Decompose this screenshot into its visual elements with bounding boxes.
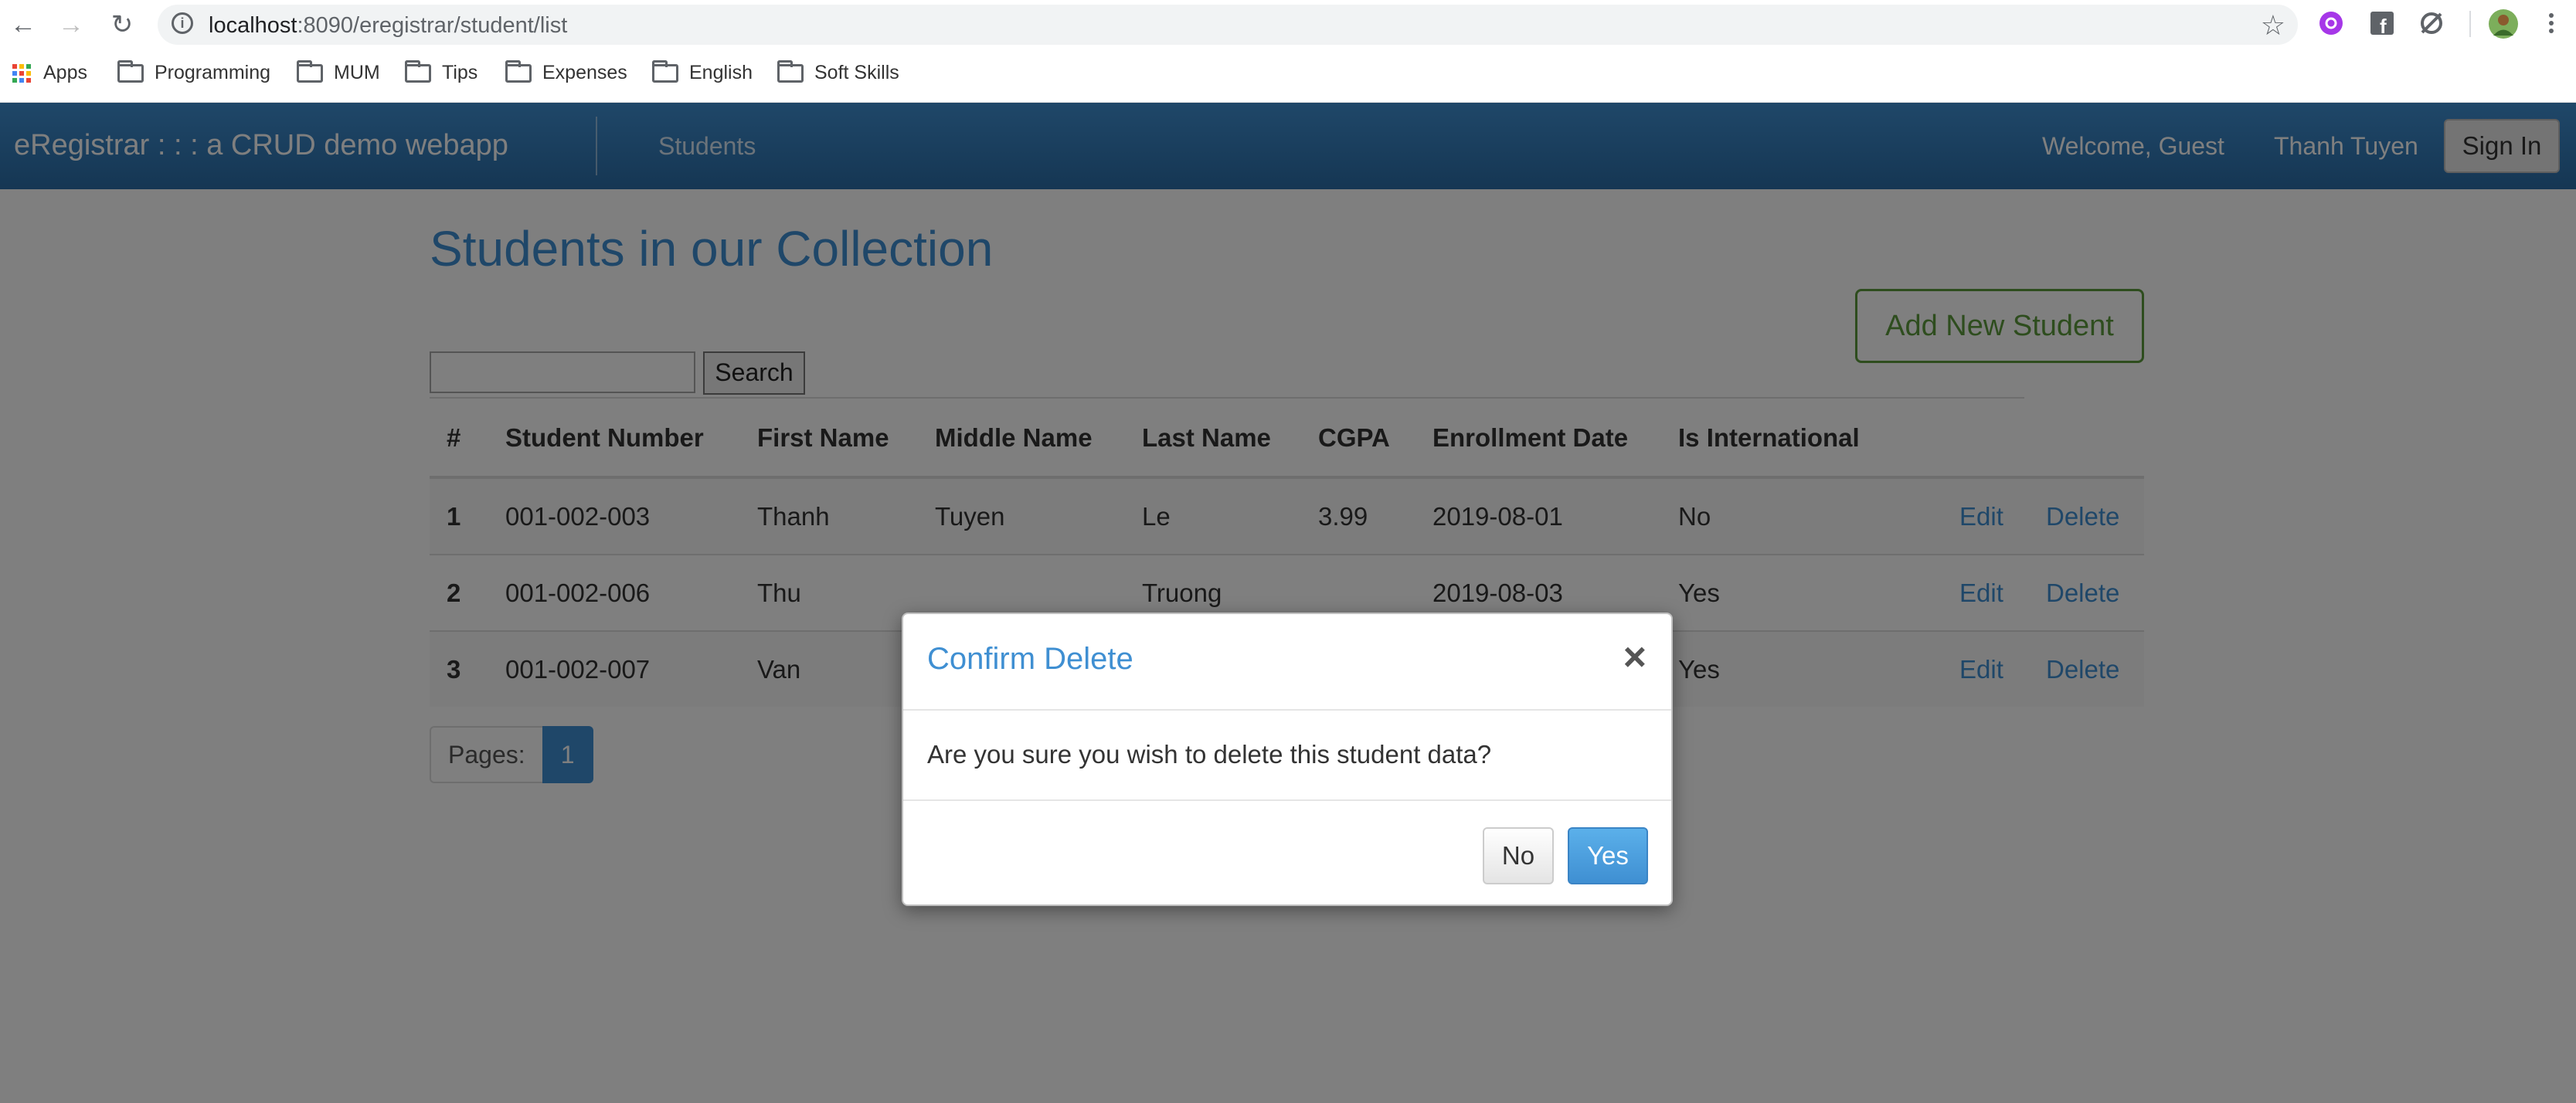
svg-text:f: f xyxy=(2380,15,2387,36)
folder-icon xyxy=(297,59,323,83)
modal-header: Confirm Delete × xyxy=(903,614,1671,711)
bookmark-label: MUM xyxy=(334,62,380,83)
folder-icon xyxy=(777,59,804,83)
modal-footer: No Yes xyxy=(903,799,1671,904)
address-bar[interactable]: i localhost:8090/eregistrar/student/list… xyxy=(158,5,2298,45)
bookmark-label: Soft Skills xyxy=(814,62,899,83)
reload-icon[interactable]: ↻ xyxy=(107,9,138,40)
extension-icon[interactable] xyxy=(2318,10,2344,36)
url-path: :8090/eregistrar/student/list xyxy=(297,13,568,38)
bookmark-expenses[interactable]: Expenses xyxy=(505,59,627,84)
bookmark-english[interactable]: English xyxy=(652,59,753,84)
apps-grid-icon xyxy=(12,63,31,83)
url-text[interactable]: localhost:8090/eregistrar/student/list xyxy=(209,13,567,39)
modal-backdrop[interactable] xyxy=(0,103,2576,1103)
url-host: localhost xyxy=(209,13,297,38)
profile-avatar[interactable] xyxy=(2488,8,2519,39)
toolbar-divider xyxy=(2469,11,2471,37)
close-icon[interactable]: × xyxy=(1623,636,1647,679)
bookmark-apps[interactable]: Apps xyxy=(12,62,87,84)
folder-icon xyxy=(505,59,532,83)
bookmarks-bar: Apps Programming MUM Tips Expenses Engli… xyxy=(0,48,2576,103)
bookmark-soft-skills[interactable]: Soft Skills xyxy=(777,59,899,84)
forward-icon[interactable]: → xyxy=(56,9,87,40)
bookmark-tips[interactable]: Tips xyxy=(405,59,478,84)
bookmark-label: Tips xyxy=(442,62,478,83)
folder-icon xyxy=(405,59,431,83)
confirm-delete-modal: Confirm Delete × Are you sure you wish t… xyxy=(902,613,1673,906)
yes-button[interactable]: Yes xyxy=(1568,827,1648,884)
modal-message: Are you sure you wish to delete this stu… xyxy=(927,740,1492,769)
back-icon[interactable]: ← xyxy=(8,9,39,40)
facebook-icon[interactable]: f xyxy=(2369,10,2395,38)
modal-title: Confirm Delete xyxy=(927,642,1133,676)
info-icon[interactable]: i xyxy=(172,12,193,34)
star-icon[interactable]: ☆ xyxy=(2261,9,2285,42)
bookmark-programming[interactable]: Programming xyxy=(117,59,271,84)
menu-icon[interactable] xyxy=(2544,10,2559,36)
bookmark-label: Programming xyxy=(155,62,271,83)
bookmark-label: English xyxy=(689,62,753,83)
bookmark-label: Expenses xyxy=(542,62,627,83)
browser-toolbar: ← → ↻ i localhost:8090/eregistrar/studen… xyxy=(0,0,2576,48)
folder-icon xyxy=(652,59,678,83)
bookmark-label: Apps xyxy=(43,62,87,83)
no-button[interactable]: No xyxy=(1483,827,1554,884)
sync-icon[interactable] xyxy=(2418,10,2445,36)
bookmark-mum[interactable]: MUM xyxy=(297,59,380,84)
folder-icon xyxy=(117,59,144,83)
